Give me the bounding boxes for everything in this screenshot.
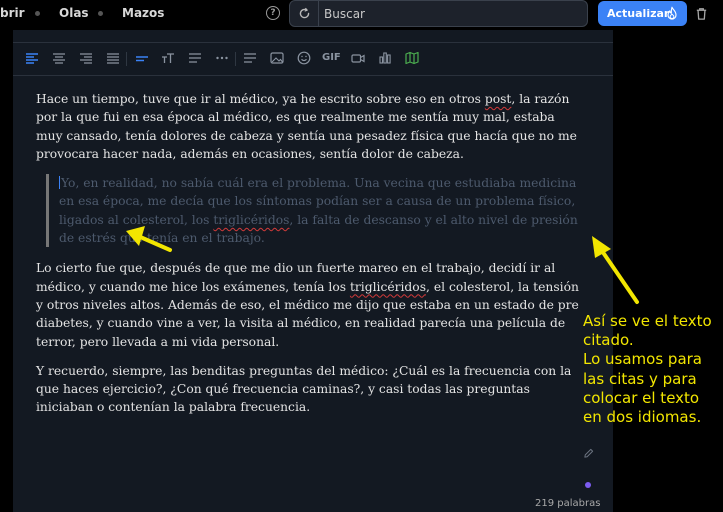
annotation-line: colocar el texto: [583, 388, 700, 407]
annotation-arrows: [126, 226, 639, 304]
annotation-note: Así se ve el texto citado. Lo usamos par…: [583, 312, 723, 427]
annotation-line: Así se ve el texto: [583, 312, 712, 330]
annotation-line: Lo usamos para: [583, 350, 702, 369]
annotation-line: citado.: [583, 331, 634, 350]
arrow-to-quote: [126, 226, 172, 252]
annotation-line: en dos idiomas.: [583, 408, 702, 427]
arrow-to-quote-end: [592, 236, 639, 304]
annotation-line: las citas y para: [583, 369, 697, 388]
